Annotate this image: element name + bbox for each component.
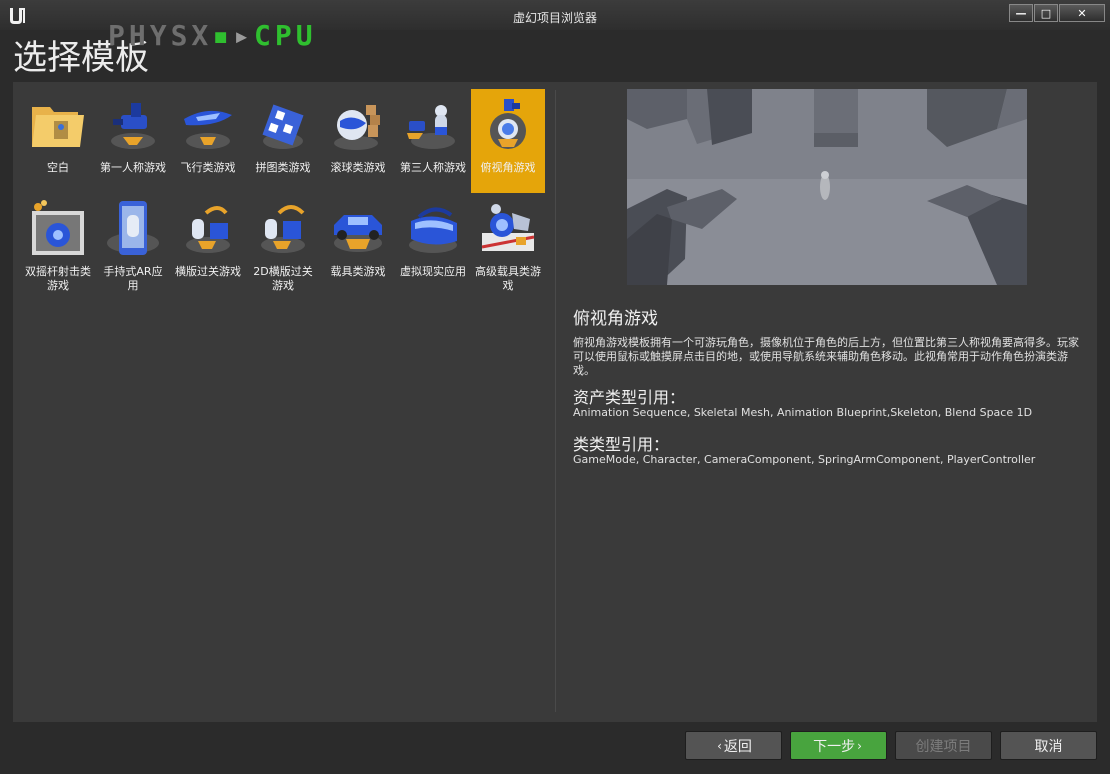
create-project-label: 创建项目	[915, 738, 972, 755]
class-types-value: GameMode, Character, CameraComponent, Sp…	[573, 453, 1036, 466]
cancel-button[interactable]: 取消	[1000, 731, 1097, 760]
template-label: 滚球类游戏	[330, 161, 386, 174]
template-tile-flying[interactable]: 飞行类游戏	[171, 89, 245, 193]
template-tile-first-person[interactable]: 第一人称游戏	[96, 89, 170, 193]
physx-x-mark: ▪	[212, 19, 234, 52]
back-button-label: 返回	[723, 738, 752, 755]
template-tile-twin-stick[interactable]: 双摇杆射击类游戏	[21, 193, 95, 297]
template-label: 第三人称游戏	[400, 161, 466, 174]
vehicle-icon	[334, 215, 382, 252]
handheld-ar-icon	[107, 201, 159, 255]
template-label: 第一人称游戏	[100, 161, 166, 174]
template-label: 2D横版过关游戏	[253, 265, 313, 292]
next-button[interactable]: 下一步 ›	[790, 731, 887, 760]
main-panel: 空白 第一人称游戏 飞行类游戏 拼图类游戏 滚球类游戏 第三人称游戏 俯视角游戏…	[13, 82, 1097, 722]
rolling-ball-icon	[334, 105, 380, 150]
cpu-text: CPU	[254, 19, 317, 52]
cancel-button-label: 取消	[1034, 738, 1063, 755]
asset-types-value: Animation Sequence, Skeletal Mesh, Anima…	[573, 406, 1033, 419]
template-tile-advanced-vehicle[interactable]: 高级载具类游戏	[471, 193, 545, 297]
template-tile-blank[interactable]: 空白	[21, 89, 95, 193]
template-label: 双摇杆射击类游戏	[25, 265, 91, 292]
template-preview-image	[627, 89, 1027, 285]
template-tile-top-down[interactable]: 俯视角游戏	[471, 89, 545, 193]
detail-title: 俯视角游戏	[573, 309, 658, 329]
template-label: 横版过关游戏	[175, 265, 241, 278]
template-tile-third-person[interactable]: 第三人称游戏	[396, 89, 470, 193]
side-scroller-2d-icon	[261, 205, 305, 253]
template-label: 虚拟现实应用	[400, 265, 466, 278]
template-tile-side-scroller-2d[interactable]: 2D横版过关游戏	[246, 193, 320, 297]
template-tile-vehicle[interactable]: 载具类游戏	[321, 193, 395, 297]
template-label: 载具类游戏	[330, 265, 386, 278]
first-person-icon	[111, 103, 155, 149]
physx-arrow: ▸	[233, 19, 255, 52]
third-person-icon	[407, 105, 455, 149]
create-project-button[interactable]: 创建项目	[895, 731, 992, 760]
template-tile-vr[interactable]: 虚拟现实应用	[396, 193, 470, 297]
template-tile-handheld-ar[interactable]: 手持式AR应用	[96, 193, 170, 297]
template-label: 飞行类游戏	[180, 161, 236, 174]
maximize-button[interactable]: □	[1034, 4, 1058, 22]
template-label: 空白	[47, 161, 69, 174]
chevron-left-icon: ‹	[717, 738, 722, 753]
top-down-icon	[490, 99, 526, 149]
blank-folder-icon	[32, 107, 84, 147]
panel-divider	[555, 90, 556, 712]
advanced-vehicle-icon	[481, 204, 535, 251]
window-controls: — □ ✕	[1009, 4, 1105, 22]
close-button[interactable]: ✕	[1059, 4, 1105, 22]
template-label: 高级载具类游戏	[475, 265, 541, 292]
back-button[interactable]: ‹ 返回	[685, 731, 782, 760]
template-label: 手持式AR应用	[103, 265, 163, 292]
template-tile-puzzle[interactable]: 拼图类游戏	[246, 89, 320, 193]
side-scroller-icon	[186, 206, 230, 253]
chevron-right-icon: ›	[857, 738, 862, 753]
flying-icon	[184, 110, 232, 149]
twin-stick-shooter-icon	[32, 200, 84, 255]
vr-headset-icon	[409, 207, 457, 253]
class-types-heading: 类类型引用：	[573, 435, 670, 454]
next-button-label: 下一步	[813, 738, 856, 755]
physx-text: PHYSX	[108, 19, 213, 52]
template-tile-side-scroller[interactable]: 横版过关游戏	[171, 193, 245, 297]
detail-description: 俯视角游戏模板拥有一个可游玩角色，摄像机位于角色的后上方，但位置比第三人称视角要…	[573, 336, 1079, 377]
template-tile-rolling[interactable]: 滚球类游戏	[321, 89, 395, 193]
template-label: 拼图类游戏	[255, 161, 311, 174]
minimize-button[interactable]: —	[1009, 4, 1033, 22]
template-label: 俯视角游戏	[480, 161, 536, 174]
physx-cpu-overlay: PHYSX▪▸CPU	[108, 20, 317, 52]
puzzle-icon	[262, 104, 304, 149]
asset-types-heading: 资产类型引用：	[573, 388, 686, 407]
